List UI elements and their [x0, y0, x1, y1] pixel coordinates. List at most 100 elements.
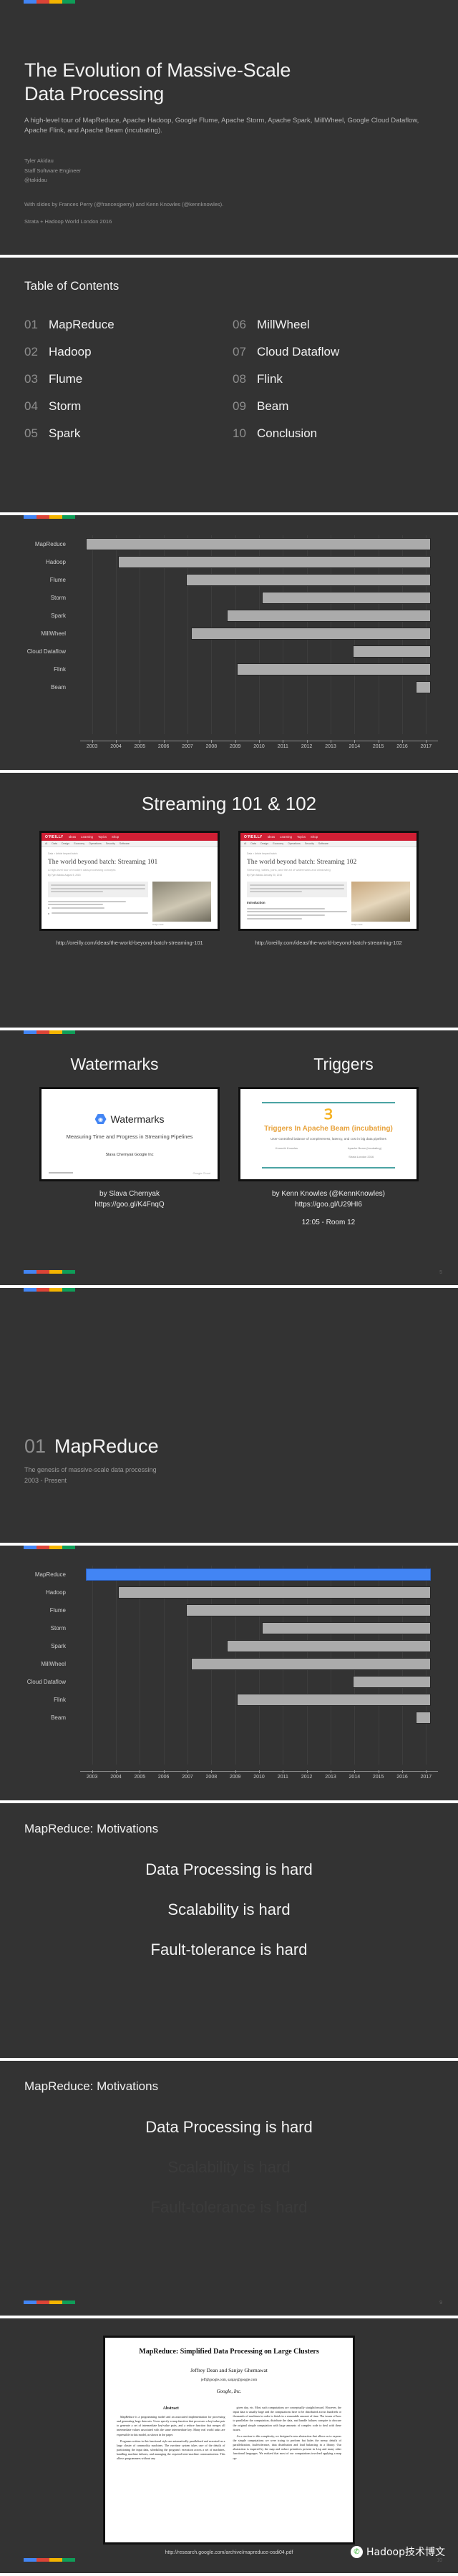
section-subtitle-line2: 2003 - Present	[24, 1476, 67, 1484]
paper-title: MapReduce: Simplified Data Processing on…	[139, 2348, 319, 2356]
toc-number: 07	[233, 345, 246, 358]
chart-tick-label: 2011	[277, 1775, 288, 1780]
slide-timeline-chart: MapReduce Hadoop Flume Storm Spark MillWheel C…	[0, 515, 458, 773]
watermarks-deck-subtitle: Measuring Time and Progress in Streaming…	[66, 1133, 193, 1140]
triggers-deck-meta: Apache Beam (incubating)	[347, 1146, 382, 1151]
chart-bar	[191, 1658, 431, 1670]
triggers-thumbnail[interactable]: Ɜ Triggers In Apache Beam (incubating) U…	[238, 1087, 419, 1181]
toc-number: 04	[24, 399, 38, 413]
google-color-bar-icon	[24, 2558, 75, 2562]
article-title: The world beyond batch: Streaming 102	[247, 859, 357, 866]
title-subtitle: A high-level tour of MapReduce, Apache H…	[24, 116, 419, 135]
chart-bar	[226, 1640, 431, 1652]
chart-tick-mark	[235, 740, 236, 743]
toc-number: 10	[233, 426, 246, 440]
toc-item-beam[interactable]: 09 Beam	[233, 399, 434, 414]
toc-number: 08	[233, 372, 246, 386]
google-color-bar-icon	[24, 1546, 75, 1549]
toc-item-hadoop[interactable]: 02 Hadoop	[24, 345, 225, 359]
abstract-heading: Abstract	[162, 2406, 179, 2411]
watermarks-thumbnail[interactable]: ◉ Watermarks Measuring Time and Progress…	[39, 1087, 220, 1181]
watermarks-heading: Watermarks	[70, 1055, 159, 1073]
chart-tick-mark	[426, 1770, 427, 1773]
chart-tick-label: 2016	[396, 744, 408, 749]
chart-tick-mark	[211, 740, 213, 743]
chart-rows: MapReduce Hadoop Flume Storm Spark MillWheel C…	[7, 1566, 451, 1727]
bottom-rule	[262, 1167, 395, 1169]
paper-thumbnail[interactable]: MapReduce: Simplified Data Processing on…	[103, 2336, 355, 2545]
motivation-item-dimmed: Scalability is hard	[167, 2158, 291, 2176]
chart-row: Flink	[7, 660, 451, 678]
chart-tick-label: 2013	[325, 744, 336, 749]
chart-row: MillWheel	[7, 1655, 451, 1673]
chart-category-label: Storm	[50, 1625, 66, 1631]
motivation-item: Scalability is hard	[167, 1901, 291, 1918]
watermarks-caption-url[interactable]: https://goo.gl/K4FnqQ	[39, 1199, 220, 1210]
streaming-102-thumbnail[interactable]: O'REILLY Ideas Learning Topics Shop AI Da…	[238, 831, 419, 931]
chart-row: Flume	[7, 571, 451, 589]
nav-topics: Topics	[97, 835, 107, 839]
motivation-item: Data Processing is hard	[145, 2118, 313, 2136]
watermarks-triggers-captions: by Slava Chernyak https://goo.gl/K4FnqQ …	[0, 1189, 458, 1228]
chart-bar	[236, 1694, 431, 1706]
chart-track	[73, 1691, 451, 1709]
triggers-caption-by: by Kenn Knowles (@KennKnowles)	[271, 1190, 385, 1198]
toc-number: 03	[24, 372, 38, 386]
chart-tick-label: 2010	[253, 1775, 265, 1780]
oreilly-logo: O'REILLY	[45, 834, 64, 839]
chart-tick-label: 2009	[229, 744, 241, 749]
slide-deck: The Evolution of Massive-Scale Data Proc…	[0, 0, 458, 2576]
streaming-101-column: O'REILLY Ideas Learning Topics Shop AI Da…	[39, 831, 220, 946]
slide-title: The Evolution of Massive-Scale Data Proc…	[0, 0, 458, 258]
watermarks-deck-byline: Slava Chernyak Google Inc	[105, 1153, 154, 1157]
oreilly-subnav: AI Data Design Economy Operations Security Sof…	[240, 841, 416, 847]
nav-ideas: Ideas	[68, 835, 77, 839]
chart-tick-label: 2004	[110, 1775, 122, 1780]
paper-emails: jeff@google.com, sanjay@google.com	[200, 2379, 258, 2382]
google-cloud-mark: Google Cloud	[193, 1171, 210, 1175]
streaming-101-thumbnail[interactable]: O'REILLY Ideas Learning Topics Shop AI Da…	[39, 831, 220, 931]
chart-track	[73, 553, 451, 571]
chart-tick-mark	[116, 1770, 117, 1773]
toc-item-mapreduce[interactable]: 01 MapReduce	[24, 318, 225, 332]
slide-watermarks-triggers: Watermarks Triggers ◉ Watermarks Measuri…	[0, 1030, 458, 1288]
chart-tick-mark	[306, 740, 308, 743]
chart-tick-mark	[163, 740, 165, 743]
chart-category-label: Flink	[54, 1697, 66, 1703]
chart-row: Spark	[7, 607, 451, 625]
toc-grid: 01 MapReduce 06 MillWheel 02 Hadoop 07 C…	[24, 318, 434, 441]
nav-shop: Shop	[311, 835, 318, 839]
toc-item-millwheel[interactable]: 06 MillWheel	[233, 318, 434, 332]
chart-track	[73, 1619, 451, 1637]
chart-category-label: Spark	[51, 1643, 66, 1649]
streaming-101-url[interactable]: http://oreilly.com/ideas/the-world-beyon…	[39, 940, 220, 946]
chart-tick-label: 2003	[86, 1775, 98, 1780]
page-number: 9	[439, 2301, 442, 2306]
article-subtitle: A high-level tour of modern data-process…	[48, 868, 116, 872]
chart-bar	[415, 1712, 431, 1724]
chart-row: Storm	[7, 1619, 451, 1637]
chart-tick-mark	[306, 1770, 308, 1773]
toc-item-flink[interactable]: 08 Flink	[233, 372, 434, 386]
toc-item-storm[interactable]: 04 Storm	[24, 399, 225, 414]
toc-item-cloud-dataflow[interactable]: 07 Cloud Dataflow	[233, 345, 434, 359]
chart-row: Beam	[7, 1709, 451, 1727]
toc-label: Conclusion	[257, 426, 318, 440]
toc-item-spark[interactable]: 05 Spark	[24, 426, 225, 441]
beam-logo-icon: Ɜ	[324, 1107, 333, 1123]
chart-category-label: Cloud Dataflow	[26, 648, 66, 655]
google-color-bar-icon	[24, 515, 75, 519]
chart-category-label: Beam	[51, 684, 66, 691]
toc-item-flume[interactable]: 03 Flume	[24, 372, 225, 386]
oreilly-navbar: O'REILLY Ideas Learning Topics Shop	[240, 833, 416, 841]
triggers-deck-author: Kenneth Knowles	[275, 1146, 298, 1151]
chart-track	[73, 1673, 451, 1691]
streaming-102-url[interactable]: http://oreilly.com/ideas/the-world-beyon…	[238, 940, 419, 946]
toc-item-conclusion[interactable]: 10 Conclusion	[233, 426, 434, 441]
section-title: MapReduce	[54, 1435, 159, 1458]
chart-tick-label: 2008	[205, 744, 218, 749]
chart-tick-label: 2011	[277, 744, 288, 749]
nav-shop: Shop	[112, 835, 120, 839]
triggers-caption-url[interactable]: https://goo.gl/U29HI6	[238, 1199, 419, 1210]
chart-bar	[226, 610, 431, 622]
